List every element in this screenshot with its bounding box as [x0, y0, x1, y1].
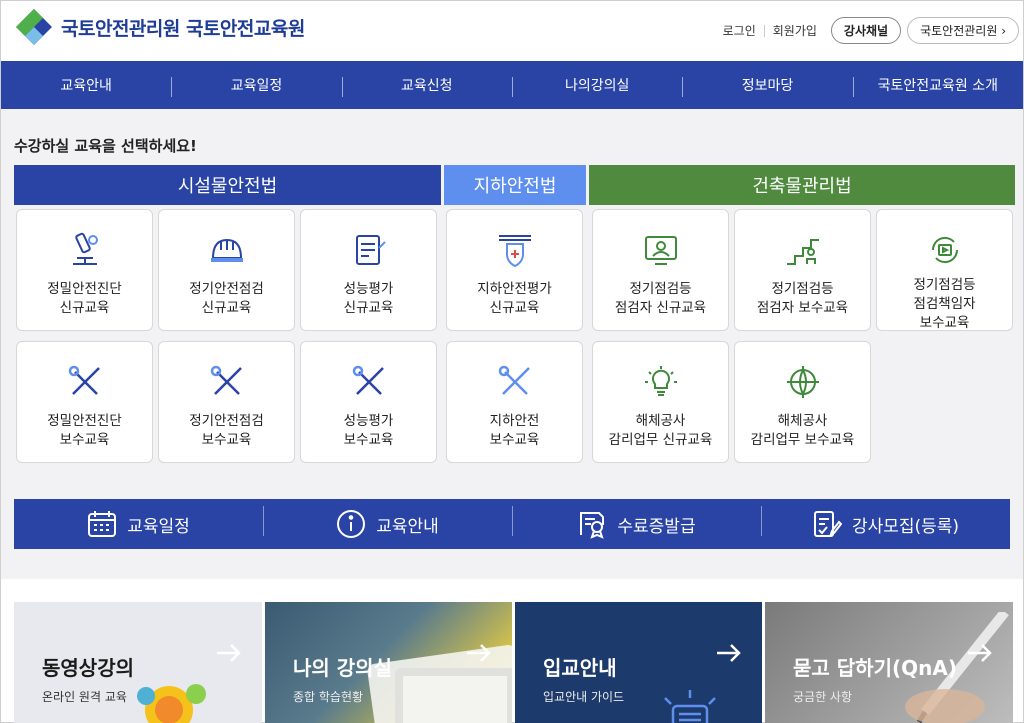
site-header: 국토안전관리원 국토안전교육원 로그인 회원가입 강사채널 국토안전관리원 › — [1, 1, 1023, 61]
course-card-label: 정기점검등 점검자 보수교육 — [756, 281, 849, 316]
quick-instructor-button[interactable]: 강사모집(등록) — [761, 506, 1010, 539]
nav-item-schedule[interactable]: 교육일정 — [171, 75, 341, 97]
course-card[interactable]: 정기점검등 점검자 신규교육 — [592, 209, 729, 331]
category-building-management: 건축물관리법 — [589, 165, 1015, 205]
course-card-label: 정기안전점검 보수교육 — [189, 413, 264, 448]
tools-icon — [68, 365, 100, 395]
tools-icon — [352, 365, 384, 395]
lightbulb-icon — [664, 690, 716, 723]
banner-subtitle: 입교안내 가이드 — [543, 690, 625, 704]
banner-admission-guide[interactable]: 입교안내 입교안내 가이드 — [515, 602, 762, 723]
banner-subtitle: 궁금한 사항 — [793, 690, 853, 704]
course-card[interactable]: 정밀안전진단 보수교육 — [16, 341, 153, 463]
site-title[interactable]: 국토안전관리원 국토안전교육원 — [61, 14, 305, 41]
category-underground-safety: 지하안전법 — [444, 165, 586, 205]
banner-title: 묻고 답하기(QnA) — [793, 656, 957, 680]
quick-schedule-label: 교육일정 — [127, 516, 190, 537]
course-card[interactable]: 해체공사 감리업무 신규교육 — [592, 341, 729, 463]
course-card-label: 정밀안전진단 보수교육 — [47, 413, 122, 448]
instructor-channel-button[interactable]: 강사채널 — [830, 17, 902, 44]
chevron-right-icon: › — [1001, 24, 1006, 38]
course-card[interactable]: 해체공사 감리업무 보수교육 — [734, 341, 871, 463]
join-link[interactable]: 회원가입 — [765, 22, 825, 39]
course-card-label: 정기점검등 점검책임자 보수교육 — [913, 277, 976, 331]
site-logo-icon[interactable] — [15, 8, 53, 46]
banner-video-lecture[interactable]: 동영상강의 온라인 원격 교육 — [14, 602, 262, 723]
hardhat-icon — [210, 238, 243, 262]
arrow-right-icon — [467, 644, 491, 662]
course-card-label: 지하안전 보수교육 — [489, 413, 540, 448]
course-card[interactable]: 성능평가 신규교육 — [300, 209, 437, 331]
quick-instructor-label: 강사모집(등록) — [851, 516, 960, 537]
course-card[interactable]: 지하안전평가 신규교육 — [446, 209, 583, 331]
course-card-label: 정밀안전진단 신규교육 — [47, 281, 122, 316]
shield-icon — [498, 235, 531, 268]
banner-title: 나의 강의실 — [293, 656, 392, 680]
course-card-label: 성능평가 신규교육 — [343, 281, 394, 316]
course-card[interactable]: 정기점검등 점검자 보수교육 — [734, 209, 871, 331]
banner-subtitle: 온라인 원격 교육 — [42, 690, 127, 704]
quick-schedule-button[interactable]: 교육일정 — [14, 510, 263, 538]
nav-item-about[interactable]: 국토안전교육원 소개 — [852, 75, 1023, 97]
quick-guide-button[interactable]: 교육안내 — [263, 506, 512, 539]
course-card[interactable]: 정기안전점검 보수교육 — [158, 341, 295, 463]
course-card[interactable]: 정기안전점검 신규교육 — [158, 209, 295, 331]
calendar-icon — [88, 511, 117, 537]
lightbulb-icon — [644, 366, 677, 396]
tools-icon — [210, 365, 242, 395]
course-card[interactable]: 정밀안전진단 신규교육 — [16, 209, 153, 331]
quick-certificate-button[interactable]: 수료증발급 — [512, 506, 761, 539]
category-facility-safety: 시설물안전법 — [14, 165, 441, 205]
course-card[interactable]: 정기점검등 점검책임자 보수교육 — [876, 209, 1013, 331]
kalis-link-button[interactable]: 국토안전관리원 › — [907, 17, 1019, 44]
globe-gear-icon — [786, 366, 819, 398]
banner-qna[interactable]: 묻고 답하기(QnA) 궁금한 사항 — [765, 602, 1013, 723]
login-link[interactable]: 로그인 — [715, 22, 764, 39]
banner-title: 입교안내 — [543, 656, 617, 680]
course-card[interactable]: 성능평가 보수교육 — [300, 341, 437, 463]
course-card-label: 정기점검등 점검자 신규교육 — [614, 281, 707, 316]
section-prompt: 수강하실 교육을 선택하세요! — [14, 137, 197, 155]
course-card[interactable]: 지하안전 보수교육 — [446, 341, 583, 463]
banner-title: 동영상강의 — [42, 656, 134, 680]
microscope-icon — [72, 232, 98, 265]
nav-item-edu-guide[interactable]: 교육안내 — [1, 75, 171, 95]
edit-document-icon — [813, 511, 842, 537]
arrow-right-icon — [217, 644, 241, 662]
course-card-label: 해체공사 감리업무 신규교육 — [608, 413, 713, 448]
course-card-label: 정기안전점검 신규교육 — [189, 281, 264, 316]
quick-menu-bar: 교육일정 교육안내 수료증발급 강사모집(등록) — [14, 499, 1010, 549]
utility-menu: 로그인 회원가입 강사채널 국토안전관리원 › — [715, 17, 1019, 44]
monitor-user-icon — [644, 236, 677, 265]
document-icon — [355, 235, 386, 265]
banner-my-classroom[interactable]: 나의 강의실 종합 학습현황 — [265, 602, 512, 723]
main-navigation: 교육안내 교육일정 교육신청 나의강의실 정보마당 국토안전교육원 소개 — [1, 61, 1023, 109]
arrow-right-icon — [968, 644, 992, 662]
course-card-label: 지하안전평가 신규교육 — [477, 281, 552, 316]
laptop-illustration — [395, 668, 512, 723]
course-card-label: 해체공사 감리업무 보수교육 — [750, 413, 855, 448]
kalis-link-label: 국토안전관리원 — [920, 24, 998, 38]
info-icon — [337, 510, 366, 538]
quick-certificate-label: 수료증발급 — [617, 516, 696, 537]
tools-icon — [498, 365, 530, 395]
nav-item-my-classroom[interactable]: 나의강의실 — [511, 75, 682, 97]
quick-guide-label: 교육안내 — [376, 516, 439, 537]
nav-item-apply[interactable]: 교육신청 — [341, 75, 512, 97]
course-card-label: 성능평가 보수교육 — [343, 413, 394, 448]
mascot-illustration — [137, 684, 206, 723]
banner-subtitle: 종합 학습현황 — [293, 690, 364, 704]
certificate-icon — [580, 512, 605, 539]
arrow-right-icon — [717, 644, 741, 662]
video-refresh-icon — [931, 236, 958, 264]
nav-item-info[interactable]: 정보마당 — [682, 75, 852, 97]
stairs-person-icon — [786, 239, 819, 265]
